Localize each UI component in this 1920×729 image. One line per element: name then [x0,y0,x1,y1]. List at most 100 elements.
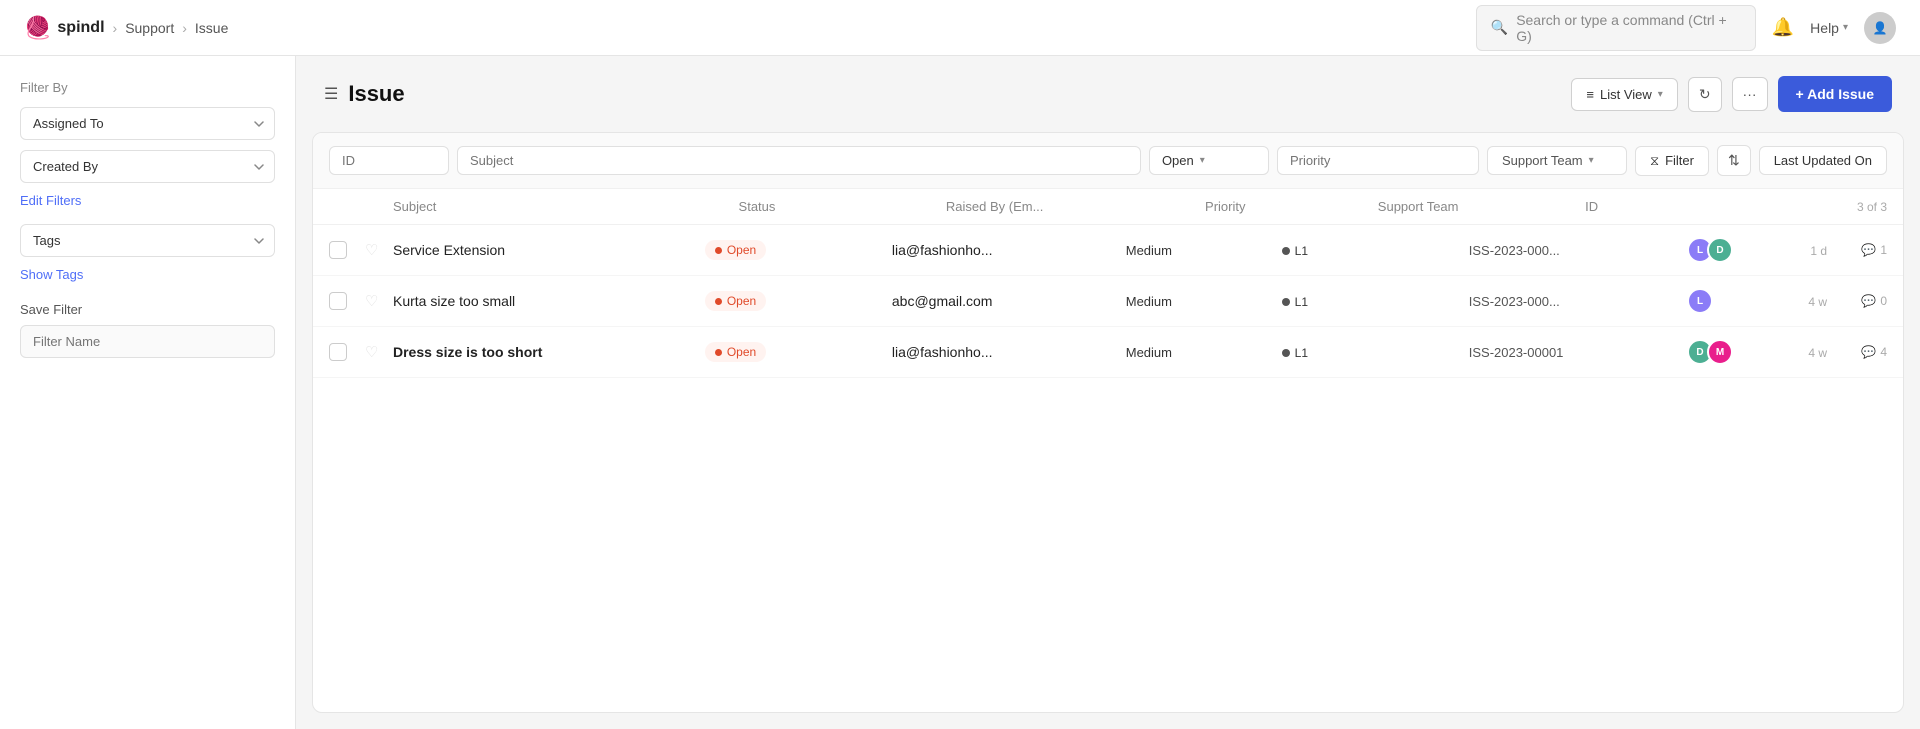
status-chevron-icon: ▾ [1200,155,1205,166]
top-navigation: 🧶 spindl › Support › Issue 🔍 Search or t… [0,0,1920,56]
breadcrumb-sep-1: › [113,20,118,36]
save-filter-label: Save Filter [20,302,275,317]
issue-priority: Medium [1126,293,1282,309]
comment-count: 0 [1880,294,1887,308]
status-filter[interactable]: Open ▾ [1149,146,1269,175]
row-checkbox[interactable] [329,292,365,310]
heart-icon[interactable]: ♡ [365,293,378,310]
sidebar: Filter By Assigned To Created By Edit Fi… [0,56,296,729]
id-filter-input[interactable] [329,146,449,175]
comment-icon: 💬 [1861,294,1876,308]
issue-assignees: DM [1687,339,1767,365]
created-by-filter[interactable]: Created By [20,150,275,183]
assigned-to-filter[interactable]: Assigned To [20,107,275,140]
header-actions: ≡ List View ▾ ↻ ··· + Add Issue [1571,76,1892,112]
bell-icon[interactable]: 🔔 [1772,17,1794,37]
help-button[interactable]: Help ▾ [1810,20,1848,36]
list-view-chevron-icon: ▾ [1658,89,1663,100]
breadcrumb-support[interactable]: Support [125,20,174,36]
page-title-wrap: ☰ Issue [324,81,405,107]
hamburger-icon[interactable]: ☰ [324,84,338,104]
table-filter-row: Open ▾ Support Team ▾ ⧖ Filter ⇅ Last Up… [313,133,1903,189]
team-label: L1 [1295,244,1308,258]
team-badge: L1 [1282,295,1308,309]
row-heart[interactable]: ♡ [365,292,393,310]
bell-wrapper: 🔔 [1772,17,1794,38]
search-bar[interactable]: 🔍 Search or type a command (Ctrl + G) [1476,5,1756,51]
team-dot-icon [1282,349,1290,357]
filter-icon: ⧖ [1650,153,1659,169]
issue-id: ISS-2023-00001 [1469,344,1687,360]
refresh-button[interactable]: ↻ [1688,77,1722,112]
list-icon: ≡ [1586,87,1594,102]
issues-list: ♡ Service Extension Open lia@fashionho..… [313,225,1903,378]
issue-time: 1 d [1767,242,1827,258]
team-dot-icon [1282,247,1290,255]
row-checkbox[interactable] [329,241,365,259]
add-issue-button[interactable]: + Add Issue [1778,76,1892,112]
issue-status: Open [705,291,892,311]
page-title: Issue [348,81,404,107]
issue-status: Open [705,240,892,260]
comment-count: 4 [1880,345,1887,359]
table-header: Subject Status Raised By (Em... Priority… [313,189,1903,225]
issue-comments: 💬 4 [1827,345,1887,359]
logo[interactable]: 🧶 spindl [24,15,105,41]
header-status: Status [739,199,946,214]
more-icon: ··· [1743,86,1757,102]
show-tags-link[interactable]: Show Tags [20,267,275,282]
row-checkbox[interactable] [329,343,365,361]
search-placeholder: Search or type a command (Ctrl + G) [1516,12,1741,44]
issue-comments: 💬 1 [1827,243,1887,257]
help-chevron-icon: ▾ [1843,22,1848,33]
status-dot [715,247,722,254]
issue-id: ISS-2023-000... [1469,293,1687,309]
table-row[interactable]: ♡ Dress size is too short Open lia@fashi… [313,327,1903,378]
support-team-filter-label: Support Team [1502,153,1583,168]
help-label: Help [1810,20,1839,36]
assignee-avatar: L [1687,288,1713,314]
issue-comments: 💬 0 [1827,294,1887,308]
header-id: ID [1585,199,1827,214]
table-row[interactable]: ♡ Kurta size too small Open abc@gmail.co… [313,276,1903,327]
heart-icon[interactable]: ♡ [365,344,378,361]
heart-icon[interactable]: ♡ [365,242,378,259]
issue-subject: Kurta size too small [393,293,705,309]
row-heart[interactable]: ♡ [365,343,393,361]
header-count: 3 of 3 [1827,200,1887,214]
breadcrumb-issue[interactable]: Issue [195,20,228,36]
main-layout: Filter By Assigned To Created By Edit Fi… [0,56,1920,729]
nav-left: 🧶 spindl › Support › Issue [24,15,228,41]
issue-raised-by: lia@fashionho... [892,242,1126,258]
filter-name-input[interactable] [20,325,275,358]
row-heart[interactable]: ♡ [365,241,393,259]
subject-filter-input[interactable] [457,146,1141,175]
sort-button[interactable]: ⇅ [1717,145,1751,176]
issue-priority: Medium [1126,344,1282,360]
avatar-initials: 👤 [1873,21,1888,35]
assignee-avatar: M [1707,339,1733,365]
last-updated-label: Last Updated On [1774,153,1872,168]
more-options-button[interactable]: ··· [1732,77,1768,111]
add-issue-label: + Add Issue [1796,86,1874,102]
issue-assignees: L [1687,288,1767,314]
issue-support-team: L1 [1282,293,1469,309]
filter-button[interactable]: ⧖ Filter [1635,146,1709,176]
header-subject: Subject [393,199,739,214]
priority-filter-input[interactable] [1277,146,1479,175]
team-chevron-icon: ▾ [1589,155,1594,166]
list-view-button[interactable]: ≡ List View ▾ [1571,78,1677,111]
tags-filter[interactable]: Tags [20,224,275,257]
last-updated-filter[interactable]: Last Updated On [1759,146,1887,175]
issue-raised-by: lia@fashionho... [892,344,1126,360]
filter-by-label: Filter By [20,80,275,95]
support-team-filter[interactable]: Support Team ▾ [1487,146,1627,175]
edit-filters-link[interactable]: Edit Filters [20,193,275,208]
search-icon: 🔍 [1491,19,1508,36]
user-avatar[interactable]: 👤 [1864,12,1896,44]
sort-icon: ⇅ [1728,152,1740,168]
status-badge: Open [705,291,766,311]
team-badge: L1 [1282,244,1308,258]
table-row[interactable]: ♡ Service Extension Open lia@fashionho..… [313,225,1903,276]
header-priority: Priority [1205,199,1378,214]
